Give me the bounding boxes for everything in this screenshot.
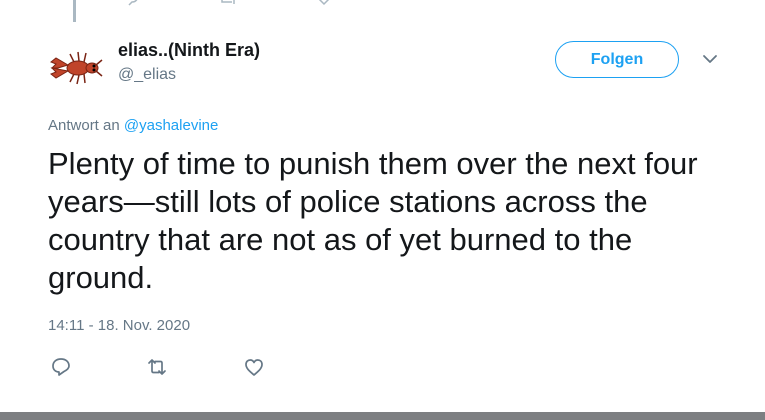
reply-icon[interactable] xyxy=(50,356,72,378)
reply-prefix: Antwort an xyxy=(48,117,120,134)
bottom-divider-bar xyxy=(0,412,765,420)
reply-mention-link[interactable]: @yashalevine xyxy=(124,117,218,134)
reply-icon[interactable] xyxy=(124,0,140,6)
tweet-text: Plenty of time to punish them over the n… xyxy=(48,146,698,295)
avatar[interactable] xyxy=(48,38,106,96)
heart-icon[interactable] xyxy=(243,356,265,378)
reply-context: Antwort an @yashalevine xyxy=(48,117,218,134)
follow-button[interactable]: Folgen xyxy=(555,41,679,78)
heart-icon[interactable] xyxy=(316,0,332,6)
chevron-down-icon[interactable] xyxy=(700,52,720,66)
retweet-icon[interactable] xyxy=(146,356,168,378)
author-handle[interactable]: @_elias xyxy=(118,66,176,84)
retweet-icon[interactable] xyxy=(220,0,236,6)
author-display-name[interactable]: elias..(Ninth Era) xyxy=(118,40,260,61)
thread-connector-line xyxy=(73,0,76,22)
lobster-avatar-icon xyxy=(50,51,103,85)
tweet-timestamp[interactable]: 14:11 - 18. Nov. 2020 xyxy=(48,317,190,334)
